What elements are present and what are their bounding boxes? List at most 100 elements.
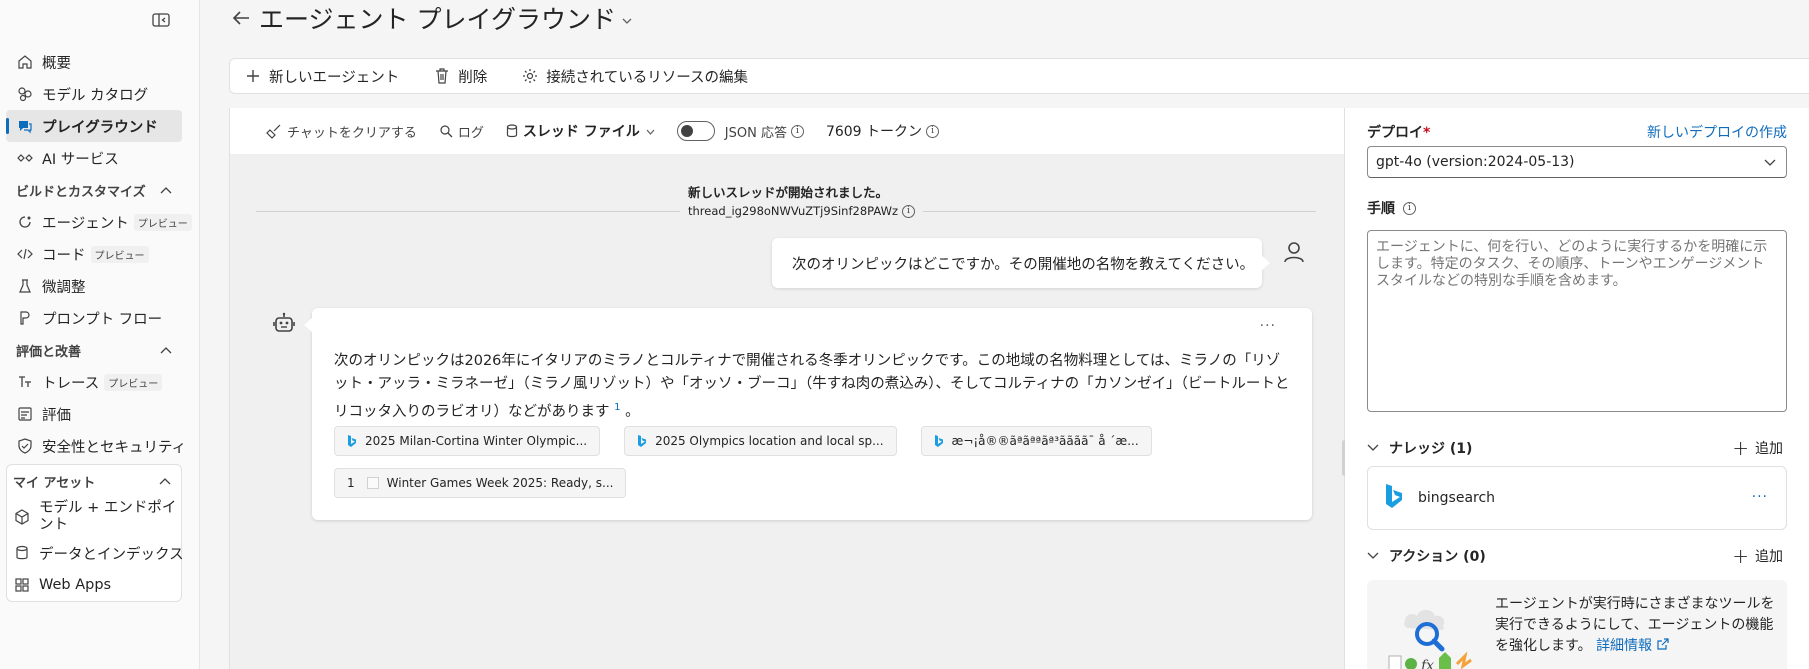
favicon-icon: [366, 477, 379, 489]
info-icon[interactable]: i: [902, 204, 915, 218]
selected-deployment: gpt-4o (version:2024-05-13): [1376, 154, 1575, 170]
delete-button[interactable]: 削除: [433, 66, 487, 87]
info-icon[interactable]: i: [790, 124, 804, 138]
sidebar-item-model-catalog[interactable]: モデル カタログ: [6, 78, 182, 110]
sidebar-item-label: 安全性とセキュリティ: [42, 439, 187, 456]
thread-started-notice: 新しいスレッドが開始されました。: [687, 185, 888, 200]
chat-icon: [16, 117, 34, 135]
main-content: エージェント プレイグラウンド 新しいエージェント 削除 接続されているリソース…: [201, 0, 1809, 669]
sidebar-item-playground[interactable]: プレイグラウンド: [6, 110, 182, 142]
clear-chat-button[interactable]: チャットをクリアする: [266, 122, 417, 141]
chevron-down-icon[interactable]: [622, 13, 632, 29]
log-button[interactable]: ログ: [439, 122, 484, 141]
citation-label: æ¬¡å®®ãªãªªãª³ãããã¯ å ´æ...: [951, 434, 1139, 448]
new-agent-button[interactable]: 新しいエージェント: [244, 66, 399, 87]
sidebar-item-web-apps[interactable]: Web Apps: [7, 569, 181, 601]
instructions-input[interactable]: [1367, 230, 1787, 412]
left-sidebar: 概要 モデル カタログ プレイグラウンド AI サービス ビルドとカスタマイズ …: [0, 0, 200, 669]
flow-icon: [16, 309, 34, 327]
back-arrow-icon[interactable]: [229, 6, 253, 30]
chevron-down-icon[interactable]: [1367, 444, 1379, 452]
citation-number: 1: [347, 476, 355, 490]
chevron-up-icon: [159, 474, 171, 489]
add-action-button[interactable]: + 追加: [1732, 546, 1783, 566]
deployment-select[interactable]: gpt-4o (version:2024-05-13): [1367, 146, 1787, 178]
trash-icon: [433, 67, 451, 85]
preview-badge: プレビュー: [90, 245, 149, 263]
section-build[interactable]: ビルドとカスタマイズ: [6, 174, 182, 206]
assistant-text: 次のオリンピックは2026年にイタリアのミラノとコルティナで開催される冬季オリン…: [334, 353, 1290, 420]
sidebar-item-fine-tuning[interactable]: 微調整: [6, 270, 182, 302]
section-evaluate[interactable]: 評価と改善: [6, 334, 182, 366]
sidebar-item-label: コード: [42, 247, 86, 264]
actions-description: エージェントが実行時にさまざまなツールを実行できるようにして、エージェントの機能…: [1495, 596, 1775, 654]
sidebar-item-label: 微調整: [42, 279, 86, 296]
sidebar-item-evaluation[interactable]: 評価: [6, 398, 182, 430]
database-icon: [506, 124, 518, 138]
button-label: チャットをクリアする: [287, 125, 417, 141]
button-label: ログ: [457, 125, 484, 141]
bing-icon: [934, 434, 944, 448]
preview-badge: プレビュー: [133, 213, 192, 231]
learn-more-link[interactable]: 詳細情報: [1596, 638, 1652, 654]
sidebar-item-tracing[interactable]: トレース プレビュー: [6, 366, 182, 398]
deploy-label: デプロイ*: [1367, 125, 1431, 141]
section-my-assets[interactable]: マイ アセット: [7, 465, 181, 497]
bing-icon: [1384, 482, 1404, 514]
ai-services-icon: [16, 149, 34, 167]
more-options-icon[interactable]: ···: [1752, 489, 1768, 505]
button-label: 接続されているリソースの編集: [546, 69, 749, 86]
collapse-sidebar-icon[interactable]: [152, 12, 172, 30]
section-title: ビルドとカスタマイズ: [16, 184, 146, 200]
knowledge-item[interactable]: bingsearch ···: [1367, 466, 1787, 530]
chat-toolbar: チャットをクリアする ログ スレッド ファイル JSON 応答 i 7609 ト…: [230, 108, 1346, 154]
sidebar-item-data-indexes[interactable]: データとインデックス: [7, 537, 184, 569]
sidebar-item-agents[interactable]: エージェント プレビュー: [6, 206, 192, 238]
sidebar-item-code[interactable]: コード プレビュー: [6, 238, 182, 270]
sidebar-item-label: プロンプト フロー: [42, 311, 163, 328]
sidebar-item-models-endpoints[interactable]: モデル + エンドポイント: [7, 497, 181, 537]
sidebar-item-safety[interactable]: 安全性とセキュリティ: [6, 430, 186, 462]
info-icon[interactable]: i: [1403, 201, 1416, 215]
new-deployment-link[interactable]: 新しいデプロイの作成: [1647, 122, 1787, 142]
agent-setup-panel: デプロイ* 新しいデプロイの作成 gpt-4o (version:2024-05…: [1345, 108, 1809, 669]
token-count: 7609 トークン i: [826, 121, 940, 141]
thread-files-dropdown[interactable]: スレッド ファイル: [506, 121, 655, 141]
flask-icon: [16, 277, 34, 295]
sidebar-item-overview[interactable]: 概要: [6, 46, 182, 78]
sidebar-item-ai-services[interactable]: AI サービス: [6, 142, 182, 174]
assistant-message: ··· 次のオリンピックは2026年にイタリアのミラノとコルティナで開催される冬…: [304, 308, 1312, 520]
plus-icon: +: [1732, 544, 1749, 568]
deploy-header: デプロイ* 新しいデプロイの作成: [1367, 122, 1787, 142]
json-response-toggle[interactable]: [676, 121, 715, 141]
citation-chip[interactable]: 2025 Milan-Cortina Winter Olympic...: [334, 426, 601, 456]
chevron-down-icon: [1764, 155, 1776, 171]
shield-icon: [16, 437, 34, 455]
citation-chip[interactable]: 2025 Olympics location and local sp...: [624, 426, 897, 456]
info-icon[interactable]: i: [926, 124, 940, 138]
chevron-up-icon: [160, 343, 172, 358]
button-label: 削除: [458, 69, 488, 86]
more-options-icon[interactable]: ···: [1260, 318, 1276, 334]
chevron-up-icon: [160, 183, 172, 198]
bot-avatar-icon: [272, 312, 298, 338]
button-label: 追加: [1755, 441, 1783, 457]
citation-chip[interactable]: æ¬¡å®®ãªãªªãª³ãããã¯ å ´æ...: [920, 426, 1152, 456]
svg-text:fx: fx: [1420, 658, 1434, 669]
button-label: 追加: [1755, 549, 1783, 565]
citation-label: Winter Games Week 2025: Ready, s...: [386, 476, 614, 490]
sidebar-item-prompt-flow[interactable]: プロンプト フロー: [6, 302, 182, 334]
search-icon: [439, 124, 453, 138]
citation-chip[interactable]: 1 Winter Games Week 2025: Ready, s...: [334, 468, 627, 498]
actions-header: アクション (0) + 追加: [1367, 546, 1787, 566]
plus-icon: [244, 67, 262, 85]
edit-resources-button[interactable]: 接続されているリソースの編集: [521, 66, 748, 87]
trace-icon: [16, 373, 34, 391]
my-assets-group: マイ アセット モデル + エンドポイント データとインデックス Web App…: [6, 464, 184, 602]
knowledge-label: ナレッジ (1): [1389, 441, 1473, 457]
citation-ref[interactable]: 1: [614, 402, 620, 413]
knowledge-item-name: bingsearch: [1418, 490, 1496, 506]
add-knowledge-button[interactable]: + 追加: [1732, 438, 1783, 458]
thread-id: thread_ig298oNWVuZTj9Sinf28PAWz i: [680, 204, 923, 218]
chevron-down-icon[interactable]: [1367, 552, 1379, 560]
